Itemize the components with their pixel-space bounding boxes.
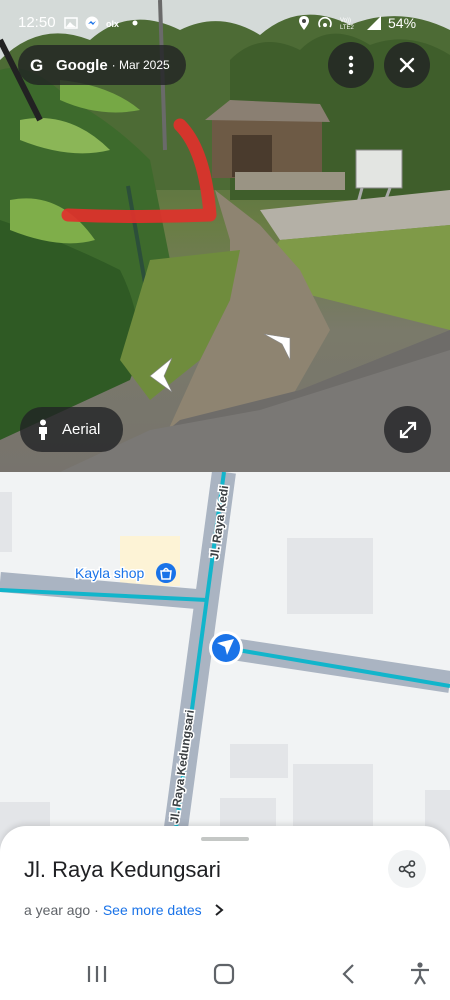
bottom-sheet[interactable]: Jl. Raya Kedungsari a year ago · See mor… <box>0 826 450 1000</box>
close-button[interactable] <box>384 42 430 88</box>
svg-text:G: G <box>30 56 43 74</box>
svg-text:LTE2: LTE2 <box>340 25 355 31</box>
status-time: 12:50 <box>18 14 56 31</box>
signal-icon <box>367 16 381 30</box>
more-options-button[interactable] <box>328 42 374 88</box>
olx-icon: olx <box>106 19 119 29</box>
separator: · <box>94 902 99 918</box>
home-icon[interactable] <box>213 963 235 985</box>
recents-icon[interactable] <box>86 964 108 984</box>
brand-label: Google <box>56 56 108 74</box>
accessibility-icon[interactable] <box>409 962 431 986</box>
drag-handle[interactable] <box>201 837 249 841</box>
hotspot-icon <box>318 16 332 28</box>
battery-percent: 54% <box>388 15 417 31</box>
expand-button[interactable] <box>384 406 431 453</box>
chevron-right-icon[interactable] <box>212 903 226 917</box>
see-more-dates-link[interactable]: See more dates <box>103 902 202 918</box>
share-button[interactable] <box>388 850 426 888</box>
location-icon <box>299 16 309 30</box>
map-view[interactable]: Jl. Raya Kedi Jl. Raya Kedungsari Kayla … <box>0 472 450 872</box>
volte-icon: Vo))LTE2 <box>340 18 355 31</box>
imagery-date: · Mar 2025 <box>111 58 170 72</box>
svg-text:Vo)): Vo)) <box>340 18 351 24</box>
more-vert-icon <box>348 55 354 75</box>
shop-pin-icon <box>156 563 176 583</box>
building-footprint <box>287 538 373 614</box>
map-canvas: Jl. Raya Kedi Jl. Raya Kedungsari Kayla … <box>0 472 450 872</box>
image-icon <box>64 17 78 29</box>
place-label: Kayla shop <box>75 565 144 581</box>
expand-icon <box>399 421 416 438</box>
navigate-forward-arrow-icon[interactable] <box>262 330 294 362</box>
building-footprint <box>0 492 12 552</box>
location-title: Jl. Raya Kedungsari <box>24 857 221 882</box>
google-g-icon: G <box>30 56 43 74</box>
imagery-info-chip[interactable]: G Google · Mar 2025 <box>18 45 186 85</box>
system-nav-bar <box>0 954 450 1000</box>
person-icon <box>39 419 47 440</box>
current-position-marker <box>209 631 243 665</box>
capture-age: a year ago <box>24 902 91 918</box>
date-row: a year ago · See more dates <box>24 902 226 918</box>
building-footprint <box>230 744 288 778</box>
navigate-left-arrow-icon[interactable] <box>146 356 176 394</box>
messenger-icon <box>85 16 99 30</box>
dot-icon <box>132 20 138 26</box>
share-icon <box>398 860 416 878</box>
aerial-label: Aerial <box>62 421 101 438</box>
svg-text:olx: olx <box>106 19 119 29</box>
status-right-icons: Vo)) LTE2 54% <box>298 15 416 31</box>
close-icon <box>399 57 415 73</box>
status-left-icons: olx <box>64 16 139 30</box>
back-icon[interactable] <box>340 963 356 985</box>
aerial-button[interactable]: Aerial <box>20 407 123 452</box>
